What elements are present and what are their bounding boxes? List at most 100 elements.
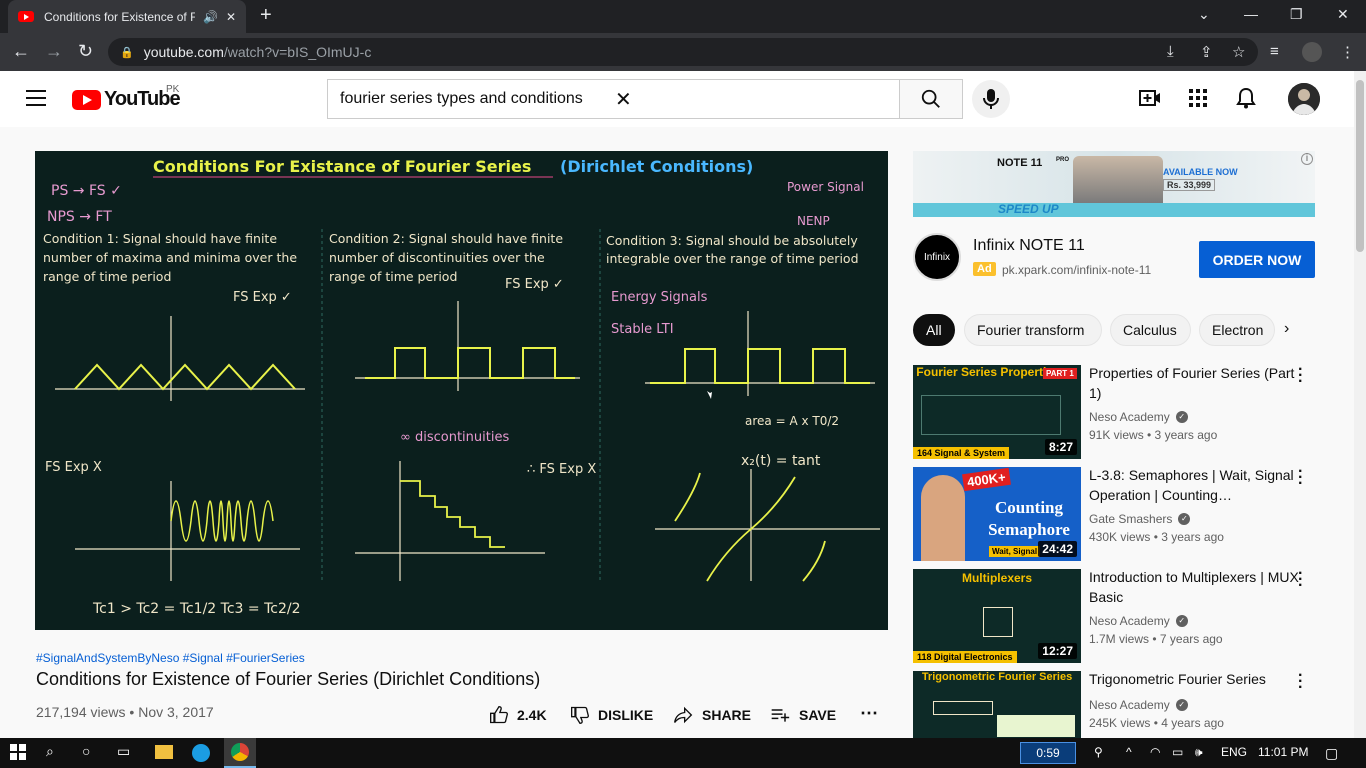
board-title-paren: (Dirichlet Conditions): [560, 157, 753, 176]
region-code: PK: [166, 84, 180, 95]
ad-advertiser-logo[interactable]: Infinix: [913, 233, 961, 281]
chevron-right-icon[interactable]: ›: [1284, 320, 1289, 338]
action-center-icon[interactable]: ▢: [1325, 745, 1338, 762]
save-button[interactable]: SAVE: [769, 705, 836, 725]
share-label: SHARE: [702, 707, 752, 723]
search-input[interactable]: fourier series types and conditions ✕: [327, 79, 900, 119]
chip-fourier-transform[interactable]: Fourier transform: [964, 314, 1102, 346]
recommendation-item[interactable]: Fourier Series Properties PART 1 164 Sig…: [913, 362, 1315, 459]
recommendation-item[interactable]: Multiplexers 118 Digital Electronics 12:…: [913, 566, 1315, 663]
channel-name[interactable]: Neso Academy ✓: [1089, 698, 1188, 712]
recommendation-thumbnail[interactable]: Trigonometric Fourier Series: [913, 671, 1081, 738]
recommendation-thumbnail[interactable]: 400K+ Counting Semaphore Wait, Signal 24…: [913, 467, 1081, 561]
dislike-button[interactable]: DISLIKE: [570, 705, 653, 725]
recommendation-meta: 1.7M views • 7 years ago: [1089, 632, 1223, 646]
recommendation-item[interactable]: Trigonometric Fourier Series Trigonometr…: [913, 671, 1315, 738]
clear-search-icon[interactable]: ✕: [615, 87, 890, 112]
profile-avatar[interactable]: [1302, 42, 1322, 62]
account-avatar[interactable]: [1288, 83, 1320, 115]
speaker-icon[interactable]: 🔊: [203, 10, 218, 24]
battery-icon[interactable]: ▭: [1172, 745, 1183, 759]
reload-icon[interactable]: ↻: [78, 41, 93, 62]
recording-timer[interactable]: 0:59: [1020, 742, 1076, 764]
recommendation-item[interactable]: 400K+ Counting Semaphore Wait, Signal 24…: [913, 464, 1315, 561]
windows-start-icon[interactable]: [10, 744, 26, 763]
verified-badge-icon: ✓: [1178, 513, 1191, 525]
share-button[interactable]: SHARE: [672, 705, 751, 725]
ad-banner-pro: PRO: [1056, 157, 1070, 163]
new-tab-icon[interactable]: +: [260, 4, 272, 27]
chip-calculus[interactable]: Calculus: [1110, 314, 1191, 346]
taskbar-search-icon[interactable]: ⌕: [46, 743, 54, 760]
board-nps-ft: NPS → FT: [47, 209, 112, 225]
browser-tab[interactable]: Conditions for Existence of F 🔊 ✕: [8, 0, 246, 33]
board-fs-exp-1: FS Exp ✓: [233, 290, 292, 305]
recommendation-thumbnail[interactable]: Multiplexers 118 Digital Electronics 12:…: [913, 569, 1081, 663]
recommendation-thumbnail[interactable]: Fourier Series Properties PART 1 164 Sig…: [913, 365, 1081, 459]
lock-icon: 🔒: [120, 46, 134, 59]
tab-close-icon[interactable]: ✕: [226, 10, 236, 24]
task-view-icon[interactable]: ▭: [117, 743, 130, 760]
recommendation-title[interactable]: Introduction to Multiplexers | MUX Basic: [1089, 567, 1301, 607]
recommendation-title[interactable]: L-3.8: Semaphores | Wait, Signal Operati…: [1089, 465, 1301, 505]
chrome-taskbar-button[interactable]: [224, 738, 256, 768]
chip-electron[interactable]: Electron: [1199, 314, 1275, 346]
voice-search-button[interactable]: [972, 80, 1010, 118]
address-input[interactable]: 🔒 youtube.com /watch?v=bIS_OImUJ-c: [108, 38, 1258, 66]
share-icon[interactable]: ⇪: [1200, 43, 1213, 61]
channel-name[interactable]: Neso Academy ✓: [1089, 614, 1188, 628]
tray-chevron-up-icon[interactable]: ^: [1126, 745, 1132, 759]
file-explorer-icon[interactable]: [155, 745, 173, 759]
more-actions-icon[interactable]: ⋯: [860, 703, 878, 724]
edge-icon[interactable]: [192, 744, 210, 762]
recommendation-title[interactable]: Trigonometric Fourier Series: [1089, 671, 1301, 689]
ad-banner[interactable]: NOTE 11 PRO AVAILABLE NOW Rs. 33,999 SPE…: [913, 151, 1315, 217]
board-nenp: NENP: [797, 214, 830, 228]
media-control-icon[interactable]: ≡: [1270, 43, 1279, 60]
board-cond2-line2: number of discontinuities over the: [329, 250, 545, 265]
board-cond2-line3: range of time period: [329, 269, 457, 284]
search-button[interactable]: [899, 79, 963, 119]
apps-grid-icon[interactable]: [1186, 86, 1210, 110]
ad-info-icon[interactable]: i: [1301, 153, 1313, 165]
window-close-icon[interactable]: ✕: [1337, 6, 1349, 23]
like-button[interactable]: 2.4K: [489, 705, 547, 725]
back-icon[interactable]: ←: [12, 41, 30, 62]
language-indicator[interactable]: ENG: [1221, 745, 1247, 759]
browser-menu-icon[interactable]: ⋮: [1340, 43, 1355, 61]
thumb-title: Trigonometric Fourier Series: [921, 671, 1073, 683]
bookmark-star-icon[interactable]: ☆: [1232, 43, 1245, 61]
youtube-logo[interactable]: YouTube: [72, 88, 181, 111]
volume-icon[interactable]: 🕪: [1195, 745, 1203, 760]
cortana-icon[interactable]: ○: [82, 743, 90, 759]
channel-name[interactable]: Neso Academy ✓: [1089, 410, 1188, 424]
create-video-icon[interactable]: [1138, 86, 1162, 110]
tab-search-icon[interactable]: ⌄: [1198, 6, 1210, 23]
youtube-play-icon: [72, 89, 101, 110]
video-player[interactable]: Conditions For Existance of Fourier Seri…: [35, 151, 888, 630]
video-hashtags[interactable]: #SignalAndSystemByNeso #Signal #FourierS…: [36, 651, 305, 665]
minimize-icon[interactable]: —: [1244, 6, 1258, 22]
recommendation-title[interactable]: Properties of Fourier Series (Part 1): [1089, 363, 1301, 403]
restore-icon[interactable]: ❐: [1290, 6, 1303, 23]
board-cond1-line2: number of maxima and minima over the: [43, 250, 297, 265]
more-options-icon[interactable]: · · ·: [1298, 566, 1303, 594]
forward-icon[interactable]: →: [45, 41, 63, 62]
hamburger-menu-icon[interactable]: [26, 90, 46, 106]
more-options-icon[interactable]: · · ·: [1298, 464, 1303, 492]
wifi-icon[interactable]: ◠: [1150, 745, 1160, 759]
chip-all[interactable]: All: [913, 314, 955, 346]
install-icon[interactable]: ⤓: [1167, 43, 1174, 60]
more-options-icon[interactable]: · · ·: [1298, 362, 1303, 390]
channel-name[interactable]: Gate Smashers ✓: [1089, 512, 1191, 526]
people-icon[interactable]: ⚲: [1094, 745, 1103, 759]
order-now-button[interactable]: ORDER NOW: [1199, 241, 1315, 278]
more-options-icon[interactable]: · · ·: [1298, 671, 1303, 696]
scrollbar-thumb[interactable]: [1356, 80, 1364, 252]
ad-banner-brand: NOTE 11: [997, 157, 1043, 169]
ad-title[interactable]: Infinix NOTE 11: [973, 237, 1085, 255]
notifications-bell-icon[interactable]: [1234, 86, 1258, 110]
channel-name-text: Gate Smashers: [1089, 512, 1173, 526]
thumb-badge: PART 1: [1043, 368, 1077, 379]
clock-time[interactable]: 11:01 PM: [1258, 745, 1308, 759]
